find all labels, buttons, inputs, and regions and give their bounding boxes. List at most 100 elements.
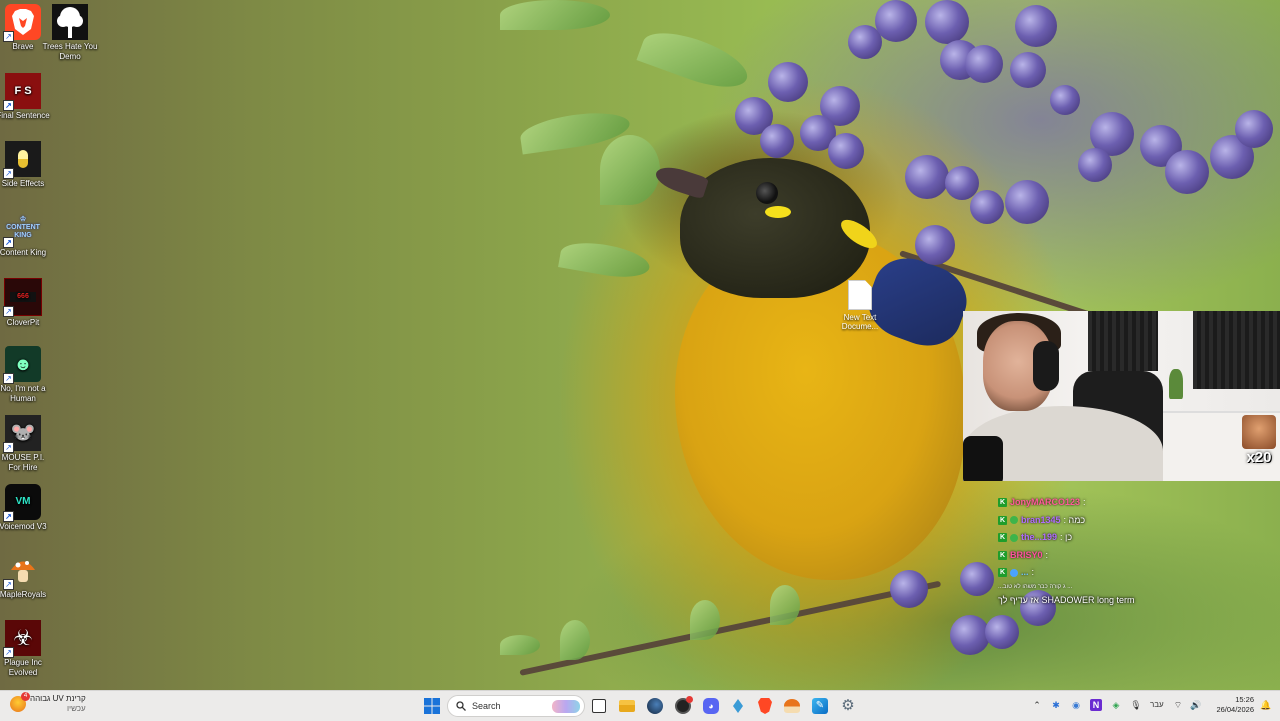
weather-widget[interactable]: 4 קרינת UV גבוהה עכשיו: [10, 692, 86, 714]
desktop-icon-label: Final Sentence: [0, 111, 50, 120]
chat-text: :: [1045, 549, 1049, 560]
desktop-icon-label: Plague Inc Evolved: [4, 658, 42, 677]
shortcut-arrow-icon: ↗: [3, 100, 14, 111]
maple-app-button[interactable]: [782, 696, 802, 716]
search-icon: [456, 701, 466, 711]
clock-time: 15:26: [1235, 695, 1254, 704]
chat-overlay: K JonyMARCO123 : K bran1345 : כמה K the.…: [998, 494, 1280, 609]
feather-app-button[interactable]: ✎: [810, 696, 830, 716]
chat-username: ...: [1021, 567, 1029, 577]
chat-text: :: [1031, 567, 1035, 577]
desktop-icon-final-sentence[interactable]: F S ↗ Final Sentence: [0, 73, 51, 121]
desktop-icon-label: New Text Docume...: [841, 313, 879, 331]
keyboard-language[interactable]: עבר: [1150, 700, 1164, 709]
brave-lion-icon: ↗: [3, 4, 41, 42]
start-button[interactable]: [422, 696, 442, 716]
tray-wifi-icon[interactable]: ⌔: [1172, 699, 1184, 711]
desktop-icon-label: Voicemod V3: [0, 522, 47, 531]
notification-badge: 4: [21, 692, 30, 701]
desktop-icon-voicemod[interactable]: VM ↗ Voicemod V3: [0, 484, 51, 532]
chat-username: the...199: [1021, 532, 1058, 542]
chat-username: BRISY0: [1010, 549, 1043, 560]
berry: [1050, 85, 1080, 115]
tray-microphone-icon[interactable]: 🎙: [1130, 699, 1142, 711]
shortcut-arrow-icon: ↗: [3, 511, 14, 522]
obs-icon: [675, 696, 693, 714]
desktop-icon-label: No, I'm not a Human: [0, 384, 46, 403]
kick-badge-icon: K: [998, 515, 1007, 525]
desktop-icon-mapleroyals[interactable]: ↗ MapleRoyals: [0, 552, 51, 600]
desktop-icon-plague-inc[interactable]: ☣ ↗ Plague Inc Evolved: [0, 620, 51, 678]
tray-n-app-icon[interactable]: N: [1090, 699, 1102, 711]
voicemod-icon: VM ↗: [3, 484, 41, 522]
slot-machine-icon: 666 ↗: [3, 278, 42, 317]
shortcut-arrow-icon: ↗: [3, 647, 14, 658]
tray-bluetooth-icon[interactable]: ✱: [1050, 699, 1062, 711]
desktop-icon-label: MapleRoyals: [0, 590, 47, 599]
wallpaper-leaf: [558, 237, 652, 283]
kick-badge-icon: K: [998, 533, 1007, 543]
sub-badge-icon: [1010, 568, 1018, 577]
chat-text: : כמה: [1063, 514, 1086, 525]
bird-beak: [652, 162, 710, 200]
tray-overflow-chevron-icon[interactable]: ⌃: [1031, 699, 1043, 711]
berry: [985, 615, 1019, 649]
search-highlight-icon: [552, 700, 580, 713]
chat-message: K bran1345 : כמה: [998, 512, 1280, 530]
berry: [1005, 180, 1049, 224]
berry: [1015, 5, 1057, 47]
microphone: [963, 436, 1003, 481]
desktop-icon-no-im-not-a-human[interactable]: ☻ ↗ No, I'm not a Human: [0, 346, 51, 404]
pill-icon: ↗: [3, 141, 41, 179]
berry: [925, 0, 969, 44]
steam-icon: [647, 698, 663, 714]
berry: [760, 124, 794, 158]
acoustic-panel: [1193, 311, 1280, 389]
desktop-icon-trees-hate-you[interactable]: Trees Hate You Demo: [42, 4, 98, 62]
biohazard-icon: ☣ ↗: [3, 620, 41, 658]
tray-network-app-icon[interactable]: ◉: [1070, 699, 1082, 711]
chat-message: K the...199 : כן: [998, 529, 1280, 547]
desktop-icon-label: Trees Hate You Demo: [42, 42, 98, 61]
tray-shield-icon[interactable]: ◈: [1110, 699, 1122, 711]
desktop-icon-side-effects[interactable]: ↗ Side Effects: [0, 141, 51, 189]
taskbar-clock[interactable]: 15:26 26/04/2026: [1212, 695, 1254, 715]
shortcut-arrow-icon: ↗: [3, 237, 14, 248]
shortcut-arrow-icon: ↗: [3, 579, 14, 590]
desktop-icon-new-text-document[interactable]: New Text Docume...: [838, 280, 882, 331]
chat-username: bran1345: [1021, 514, 1061, 525]
chat-latest-text: אז עדיף לך SHADOWER long term: [998, 594, 1135, 605]
wallpaper-leaf: [600, 135, 660, 205]
task-view-button[interactable]: [589, 696, 609, 716]
vpn-button[interactable]: [728, 696, 748, 716]
taskbar-search[interactable]: Search: [447, 695, 585, 717]
berry: [875, 0, 917, 42]
berry: [965, 45, 1003, 83]
shortcut-arrow-icon: ↗: [3, 168, 14, 179]
face-icon: ☻ ↗: [3, 346, 41, 384]
steam-button[interactable]: [645, 696, 665, 716]
discord-button[interactable]: ◕: [701, 696, 721, 716]
wallpaper-leaf: [636, 22, 754, 98]
tray-volume-icon[interactable]: 🔊: [1190, 699, 1202, 711]
berry: [1010, 52, 1046, 88]
shortcut-arrow-icon: ↗: [3, 306, 14, 317]
emote-face-icon: [1242, 415, 1276, 449]
file-explorer-button[interactable]: [617, 696, 637, 716]
desktop-icon-label: Content King: [0, 248, 47, 257]
desktop-icon-content-king[interactable]: ♔ CONTENT KING ↗ Content King: [0, 210, 51, 258]
wallpaper-leaf: [560, 620, 590, 660]
desktop-icon-mouse-pi[interactable]: 🐭 ↗ MOUSE P.I. For Hire: [0, 415, 51, 473]
desktop-icon-cloverpit[interactable]: 666 ↗ CloverPit: [0, 278, 51, 328]
obs-button[interactable]: [673, 696, 693, 716]
berry: [828, 133, 864, 169]
settings-button[interactable]: ⚙: [838, 696, 858, 716]
brave-taskbar-button[interactable]: [755, 696, 775, 716]
desktop-wallpaper: ↗ Brave Trees Hate You Demo F S ↗ Final …: [0, 0, 1280, 690]
notifications-bell-icon[interactable]: 🔔: [1260, 699, 1272, 711]
feather-app-icon: ✎: [812, 698, 828, 714]
maple-app-icon: [784, 699, 800, 713]
emote-count: x20: [1246, 449, 1272, 466]
search-placeholder: Search: [472, 701, 501, 711]
chat-username: JonyMARCO123: [1010, 497, 1081, 507]
